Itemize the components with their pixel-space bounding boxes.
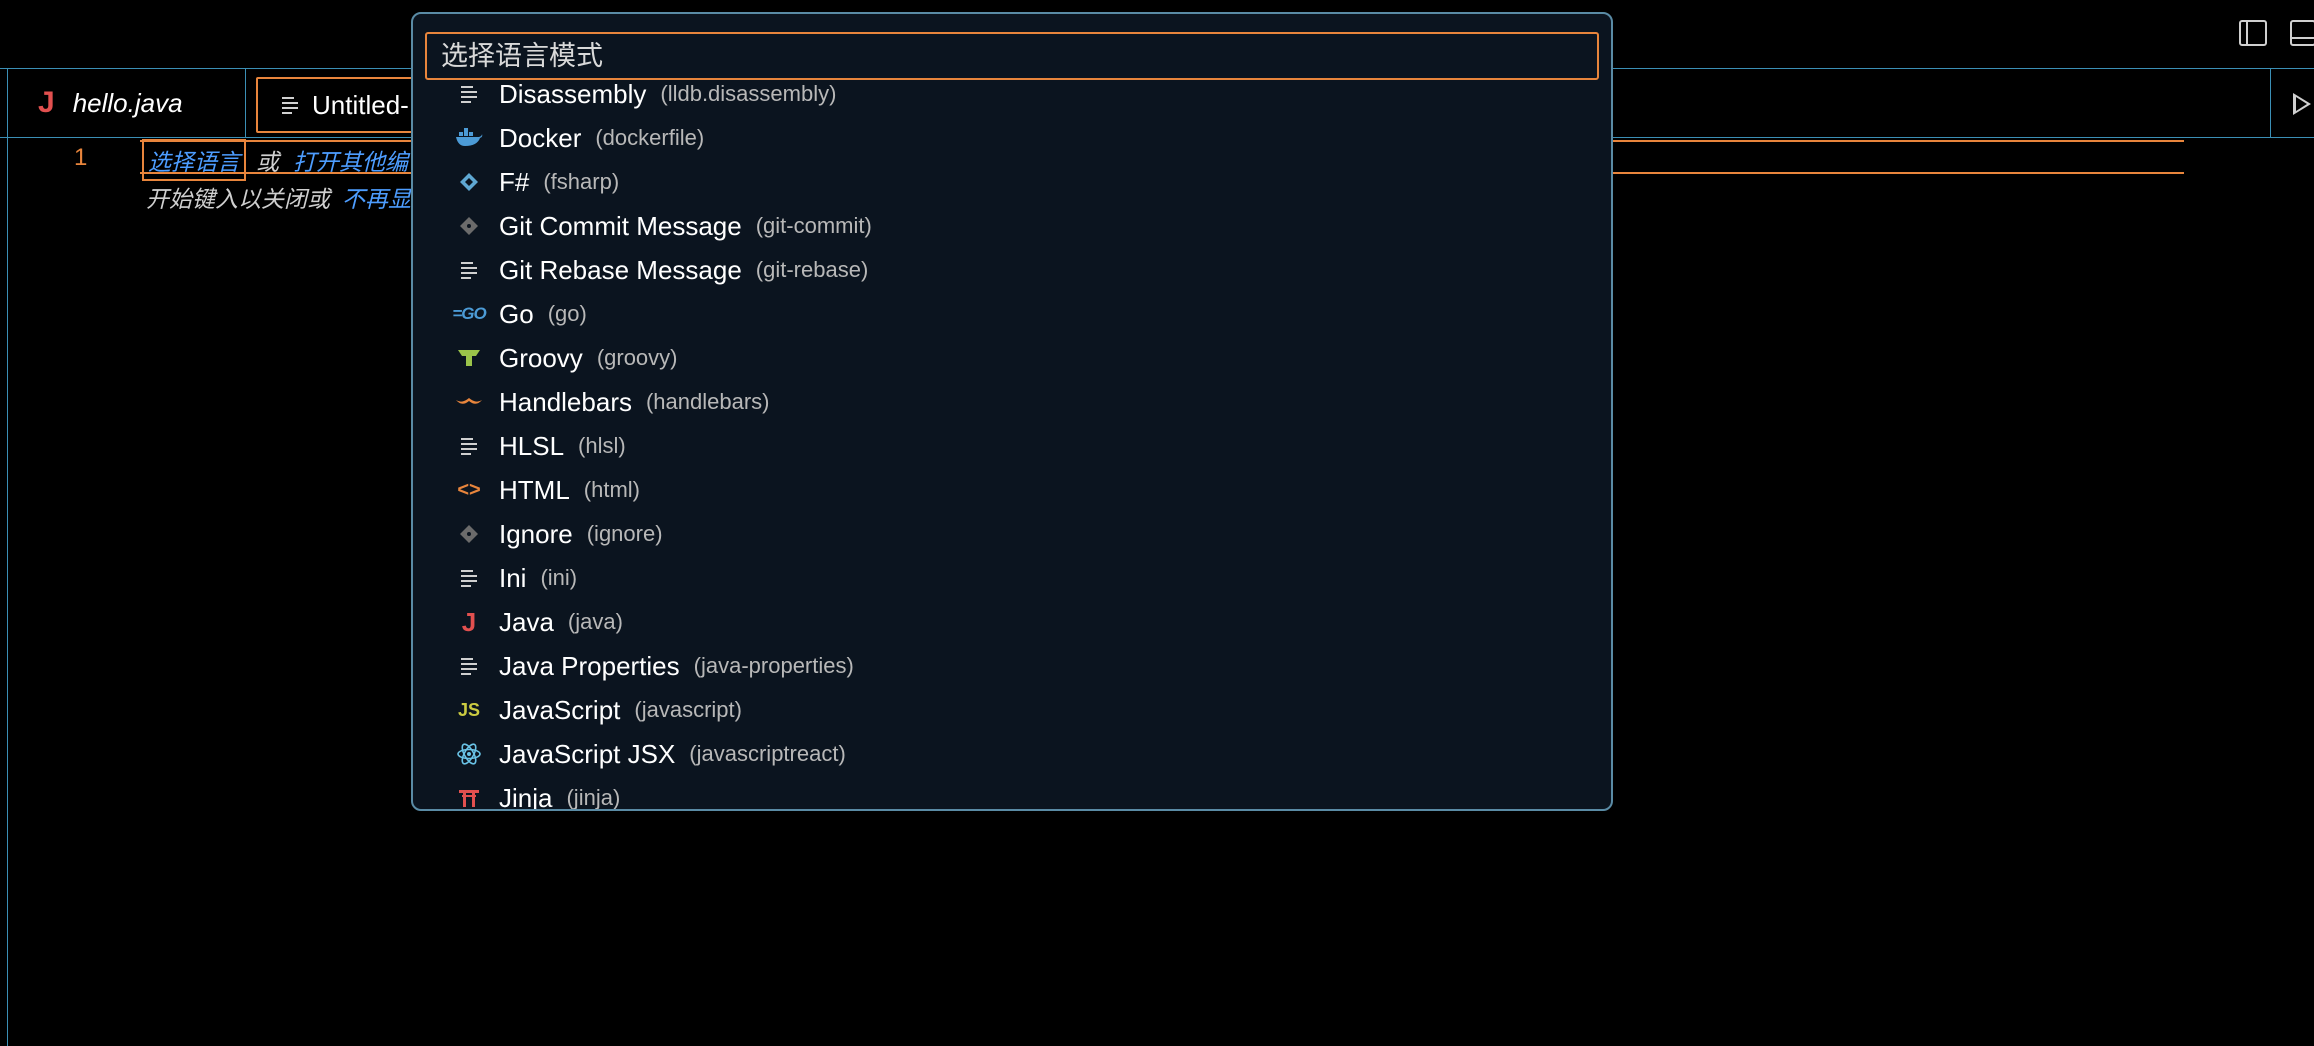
language-id: (lldb.disassembly) <box>660 84 837 106</box>
lines-icon <box>282 90 298 121</box>
go-icon: =GO <box>452 304 486 323</box>
html-icon: <> <box>457 478 481 501</box>
language-item-git-commit[interactable]: Git Commit Message (git-commit) <box>413 204 1611 248</box>
fsharp-icon <box>449 167 489 197</box>
language-item-jinja[interactable]: Jinja (jinja) <box>413 776 1611 811</box>
language-item-lldb.disassembly[interactable]: Disassembly (lldb.disassembly) <box>413 84 1611 116</box>
language-item-handlebars[interactable]: Handlebars (handlebars) <box>413 380 1611 424</box>
select-language-link[interactable]: 选择语言 <box>142 139 246 181</box>
language-name: Disassembly <box>499 84 647 109</box>
tab-label: hello.java <box>72 87 183 118</box>
language-item-fsharp[interactable]: F# (fsharp) <box>413 160 1611 204</box>
editor-hint: 选择语言 或 打开其他编 <box>142 139 408 181</box>
editor-hint-dismiss: 开始键入以关闭或 不再显 <box>146 180 411 214</box>
language-mode-quick-pick: Disassembly (lldb.disassembly) Docker (dock… <box>411 12 1613 811</box>
tab-label: Untitled- <box>312 89 409 120</box>
language-item-hlsl[interactable]: HLSL (hlsl) <box>413 424 1611 468</box>
open-other-editor-link[interactable]: 打开其他编 <box>293 143 408 177</box>
hint-or-text: 或 <box>256 149 279 175</box>
tab-untitled[interactable]: Untitled- <box>256 77 426 133</box>
react-icon <box>449 739 489 769</box>
java-icon: J <box>461 606 477 637</box>
lines-icon <box>449 651 489 681</box>
language-name: Go <box>499 298 534 329</box>
language-id: (handlebars) <box>645 389 770 414</box>
language-id: (jinja) <box>566 785 621 810</box>
language-item-javascript[interactable]: JS JavaScript (javascript) <box>413 688 1611 732</box>
tab-hello-java[interactable]: J hello.java <box>8 69 246 137</box>
toggle-panel-icon[interactable] <box>2290 20 2314 46</box>
language-id: (ini) <box>540 565 578 590</box>
language-item-ignore[interactable]: Ignore (ignore) <box>413 512 1611 556</box>
language-id: (javascriptreact) <box>689 741 846 766</box>
language-item-javascriptreact[interactable]: JavaScript JSX (javascriptreact) <box>413 732 1611 776</box>
jinja-icon <box>449 783 489 809</box>
language-name: HLSL <box>499 430 565 461</box>
language-item-java[interactable]: J Java (java) <box>413 600 1611 644</box>
language-name: Git Commit Message <box>499 210 742 241</box>
groovy-icon <box>449 343 489 373</box>
language-item-groovy[interactable]: Groovy (groovy) <box>413 336 1611 380</box>
language-name: Docker <box>499 122 582 153</box>
handlebars-icon <box>449 387 489 417</box>
dont-show-again-link[interactable]: 不再显 <box>342 180 411 214</box>
language-name: Handlebars <box>499 386 632 417</box>
editor-left-border <box>7 68 8 1046</box>
lines-icon <box>449 563 489 593</box>
git-icon <box>449 519 489 549</box>
language-name: Groovy <box>499 342 583 373</box>
language-id: (groovy) <box>596 345 678 370</box>
language-name: JavaScript <box>499 694 621 725</box>
language-id: (fsharp) <box>543 169 620 194</box>
hint-dismiss-text: 开始键入以关闭或 <box>146 186 330 212</box>
lines-icon <box>449 84 489 109</box>
language-item-java-properties[interactable]: Java Properties (java-properties) <box>413 644 1611 688</box>
language-item-go[interactable]: =GO Go (go) <box>413 292 1611 336</box>
java-icon: J <box>38 86 55 119</box>
language-name: Ini <box>499 562 527 593</box>
git-icon <box>449 211 489 241</box>
run-button[interactable] <box>2270 69 2314 137</box>
language-list: Disassembly (lldb.disassembly) Docker (dock… <box>413 84 1611 811</box>
play-icon <box>2293 93 2311 115</box>
editor-window: J hello.java Untitled- 1 选择语言 或 打开其他编 开始… <box>0 0 2314 1046</box>
language-id: (dockerfile) <box>595 125 705 150</box>
language-id: (hlsl) <box>578 433 626 458</box>
lines-icon <box>449 255 489 285</box>
language-item-ini[interactable]: Ini (ini) <box>413 556 1611 600</box>
language-item-html[interactable]: <> HTML (html) <box>413 468 1611 512</box>
language-name: Git Rebase Message <box>499 254 742 285</box>
line-number: 1 <box>74 144 88 171</box>
language-id: (java) <box>567 609 623 634</box>
language-id: (javascript) <box>634 697 742 722</box>
docker-icon <box>449 123 489 153</box>
toggle-sidebar-icon[interactable] <box>2239 20 2267 46</box>
language-name: Ignore <box>499 518 573 549</box>
language-id: (ignore) <box>586 521 663 546</box>
language-item-git-rebase[interactable]: Git Rebase Message (git-rebase) <box>413 248 1611 292</box>
language-id: (git-rebase) <box>755 257 869 282</box>
language-name: HTML <box>499 474 570 505</box>
javascript-icon: JS <box>457 699 481 720</box>
language-name: Java <box>499 606 554 637</box>
lines-icon <box>449 431 489 461</box>
language-name: Java Properties <box>499 650 680 681</box>
language-id: (git-commit) <box>755 213 872 238</box>
language-name: Jinja <box>499 782 553 811</box>
language-name: JavaScript JSX <box>499 738 676 769</box>
language-mode-search-input[interactable] <box>425 32 1599 80</box>
language-id: (go) <box>547 301 587 326</box>
language-name: F# <box>499 166 530 197</box>
language-id: (java-properties) <box>693 653 854 678</box>
language-id: (html) <box>583 477 640 502</box>
language-item-dockerfile[interactable]: Docker (dockerfile) <box>413 116 1611 160</box>
